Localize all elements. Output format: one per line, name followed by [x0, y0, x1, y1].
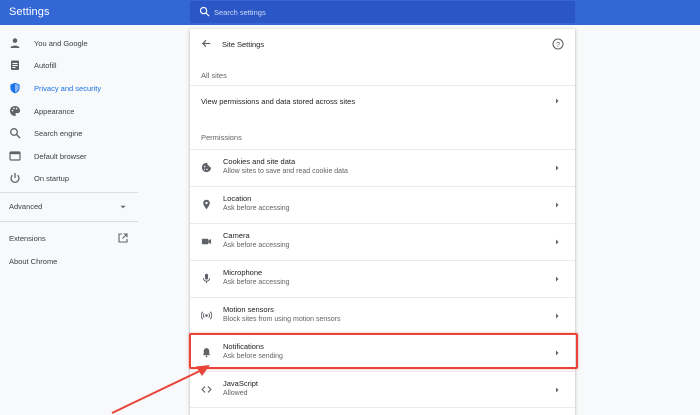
search-box[interactable] [190, 1, 575, 23]
search-icon [199, 6, 210, 17]
permission-row-location[interactable]: Location Ask before accessing [190, 186, 575, 222]
annotation-arrow-icon [111, 365, 210, 414]
page-title: Site Settings [222, 40, 265, 49]
palette-icon [10, 106, 20, 116]
permission-title: Microphone [223, 268, 263, 277]
back-arrow-icon[interactable] [201, 38, 212, 49]
power-icon [10, 173, 20, 183]
app-title: Settings [9, 6, 50, 18]
card-header: Site Settings ? [190, 29, 575, 59]
sidebar-item-you-and-google[interactable]: You and Google [0, 33, 138, 53]
permission-subtitle: Ask before accessing [223, 242, 290, 249]
browser-icon [9, 151, 21, 161]
permission-subtitle: Allowed [223, 390, 248, 397]
permission-title: Motion sensors [223, 305, 274, 314]
sidebar-item-label: Default browser [34, 152, 87, 161]
sidebar-item-search-engine[interactable]: Search engine [0, 123, 138, 143]
sidebar-item-privacy-and-security[interactable]: Privacy and security [0, 78, 138, 98]
clipboard-icon [11, 60, 19, 70]
chevron-right-icon [556, 313, 559, 319]
permission-subtitle: Allow sites to save and read cookie data [223, 168, 348, 175]
permission-row-javascript[interactable]: JavaScript Allowed [190, 371, 575, 407]
sidebar-item-default-browser[interactable]: Default browser [0, 146, 138, 166]
sidebar-item-label: Appearance [34, 107, 75, 116]
sidebar-item-autofill[interactable]: Autofill [0, 55, 138, 75]
sidebar-item-label: Privacy and security [34, 84, 102, 93]
cookie-icon [201, 162, 212, 173]
help-icon[interactable]: ? [552, 38, 564, 50]
chevron-right-icon [556, 165, 559, 171]
notifications-highlight-box [189, 333, 578, 369]
svg-text:?: ? [556, 40, 560, 49]
microphone-icon [202, 273, 211, 284]
open-in-new-icon [118, 233, 128, 243]
permission-subtitle: Ask before accessing [223, 279, 290, 286]
permission-title: JavaScript [223, 379, 259, 388]
chevron-down-icon [120, 205, 126, 209]
extensions-label: Extensions [9, 234, 46, 243]
sidebar-item-label: On startup [34, 174, 70, 183]
sensors-icon [201, 311, 212, 320]
sidebar-item-label: Autofill [34, 61, 57, 70]
location-pin-icon [203, 199, 210, 210]
permission-row-motion-sensors[interactable]: Motion sensors Block sites from using mo… [190, 297, 575, 333]
person-icon [10, 38, 20, 48]
about-chrome-label: About Chrome [9, 257, 58, 266]
chevron-right-icon [556, 202, 559, 208]
toolbar: Settings [0, 0, 700, 25]
permission-row-partial [190, 407, 575, 415]
chevron-right-icon [556, 276, 559, 282]
shield-icon [10, 82, 20, 94]
chevron-right-icon [556, 239, 559, 245]
sidebar-item-about-chrome[interactable]: About Chrome [0, 251, 138, 271]
permission-row-camera[interactable]: Camera Ask before accessing [190, 223, 575, 259]
sidebar-item-on-startup[interactable]: On startup [0, 168, 138, 188]
chevron-right-icon [556, 98, 559, 104]
advanced-label: Advanced [9, 202, 43, 211]
search-icon [10, 128, 21, 139]
sidebar-item-appearance[interactable]: Appearance [0, 101, 138, 121]
sidebar-item-label: You and Google [34, 39, 88, 48]
sidebar-item-extensions[interactable]: Extensions [0, 228, 138, 248]
sidebar-divider [0, 192, 138, 193]
permission-title: Location [223, 194, 252, 203]
search-input[interactable] [214, 4, 564, 20]
permission-row-cookies[interactable]: Cookies and site data Allow sites to sav… [190, 149, 575, 185]
permissions-heading: Permissions [201, 133, 242, 142]
sidebar-item-label: Search engine [34, 129, 83, 138]
all-sites-row-label: View permissions and data stored across … [201, 97, 356, 106]
permission-subtitle: Ask before accessing [223, 205, 290, 212]
sidebar-divider [0, 221, 138, 222]
chevron-right-icon [556, 387, 559, 393]
permission-title: Cookies and site data [223, 157, 296, 166]
permission-subtitle: Block sites from using motion sensors [223, 316, 341, 323]
all-sites-row[interactable]: View permissions and data stored across … [190, 85, 575, 115]
sidebar-advanced-toggle[interactable]: Advanced [0, 196, 138, 216]
permission-title: Camera [223, 231, 250, 240]
permission-row-microphone[interactable]: Microphone Ask before accessing [190, 260, 575, 296]
all-sites-heading: All sites [201, 71, 227, 80]
camera-icon [201, 238, 212, 245]
